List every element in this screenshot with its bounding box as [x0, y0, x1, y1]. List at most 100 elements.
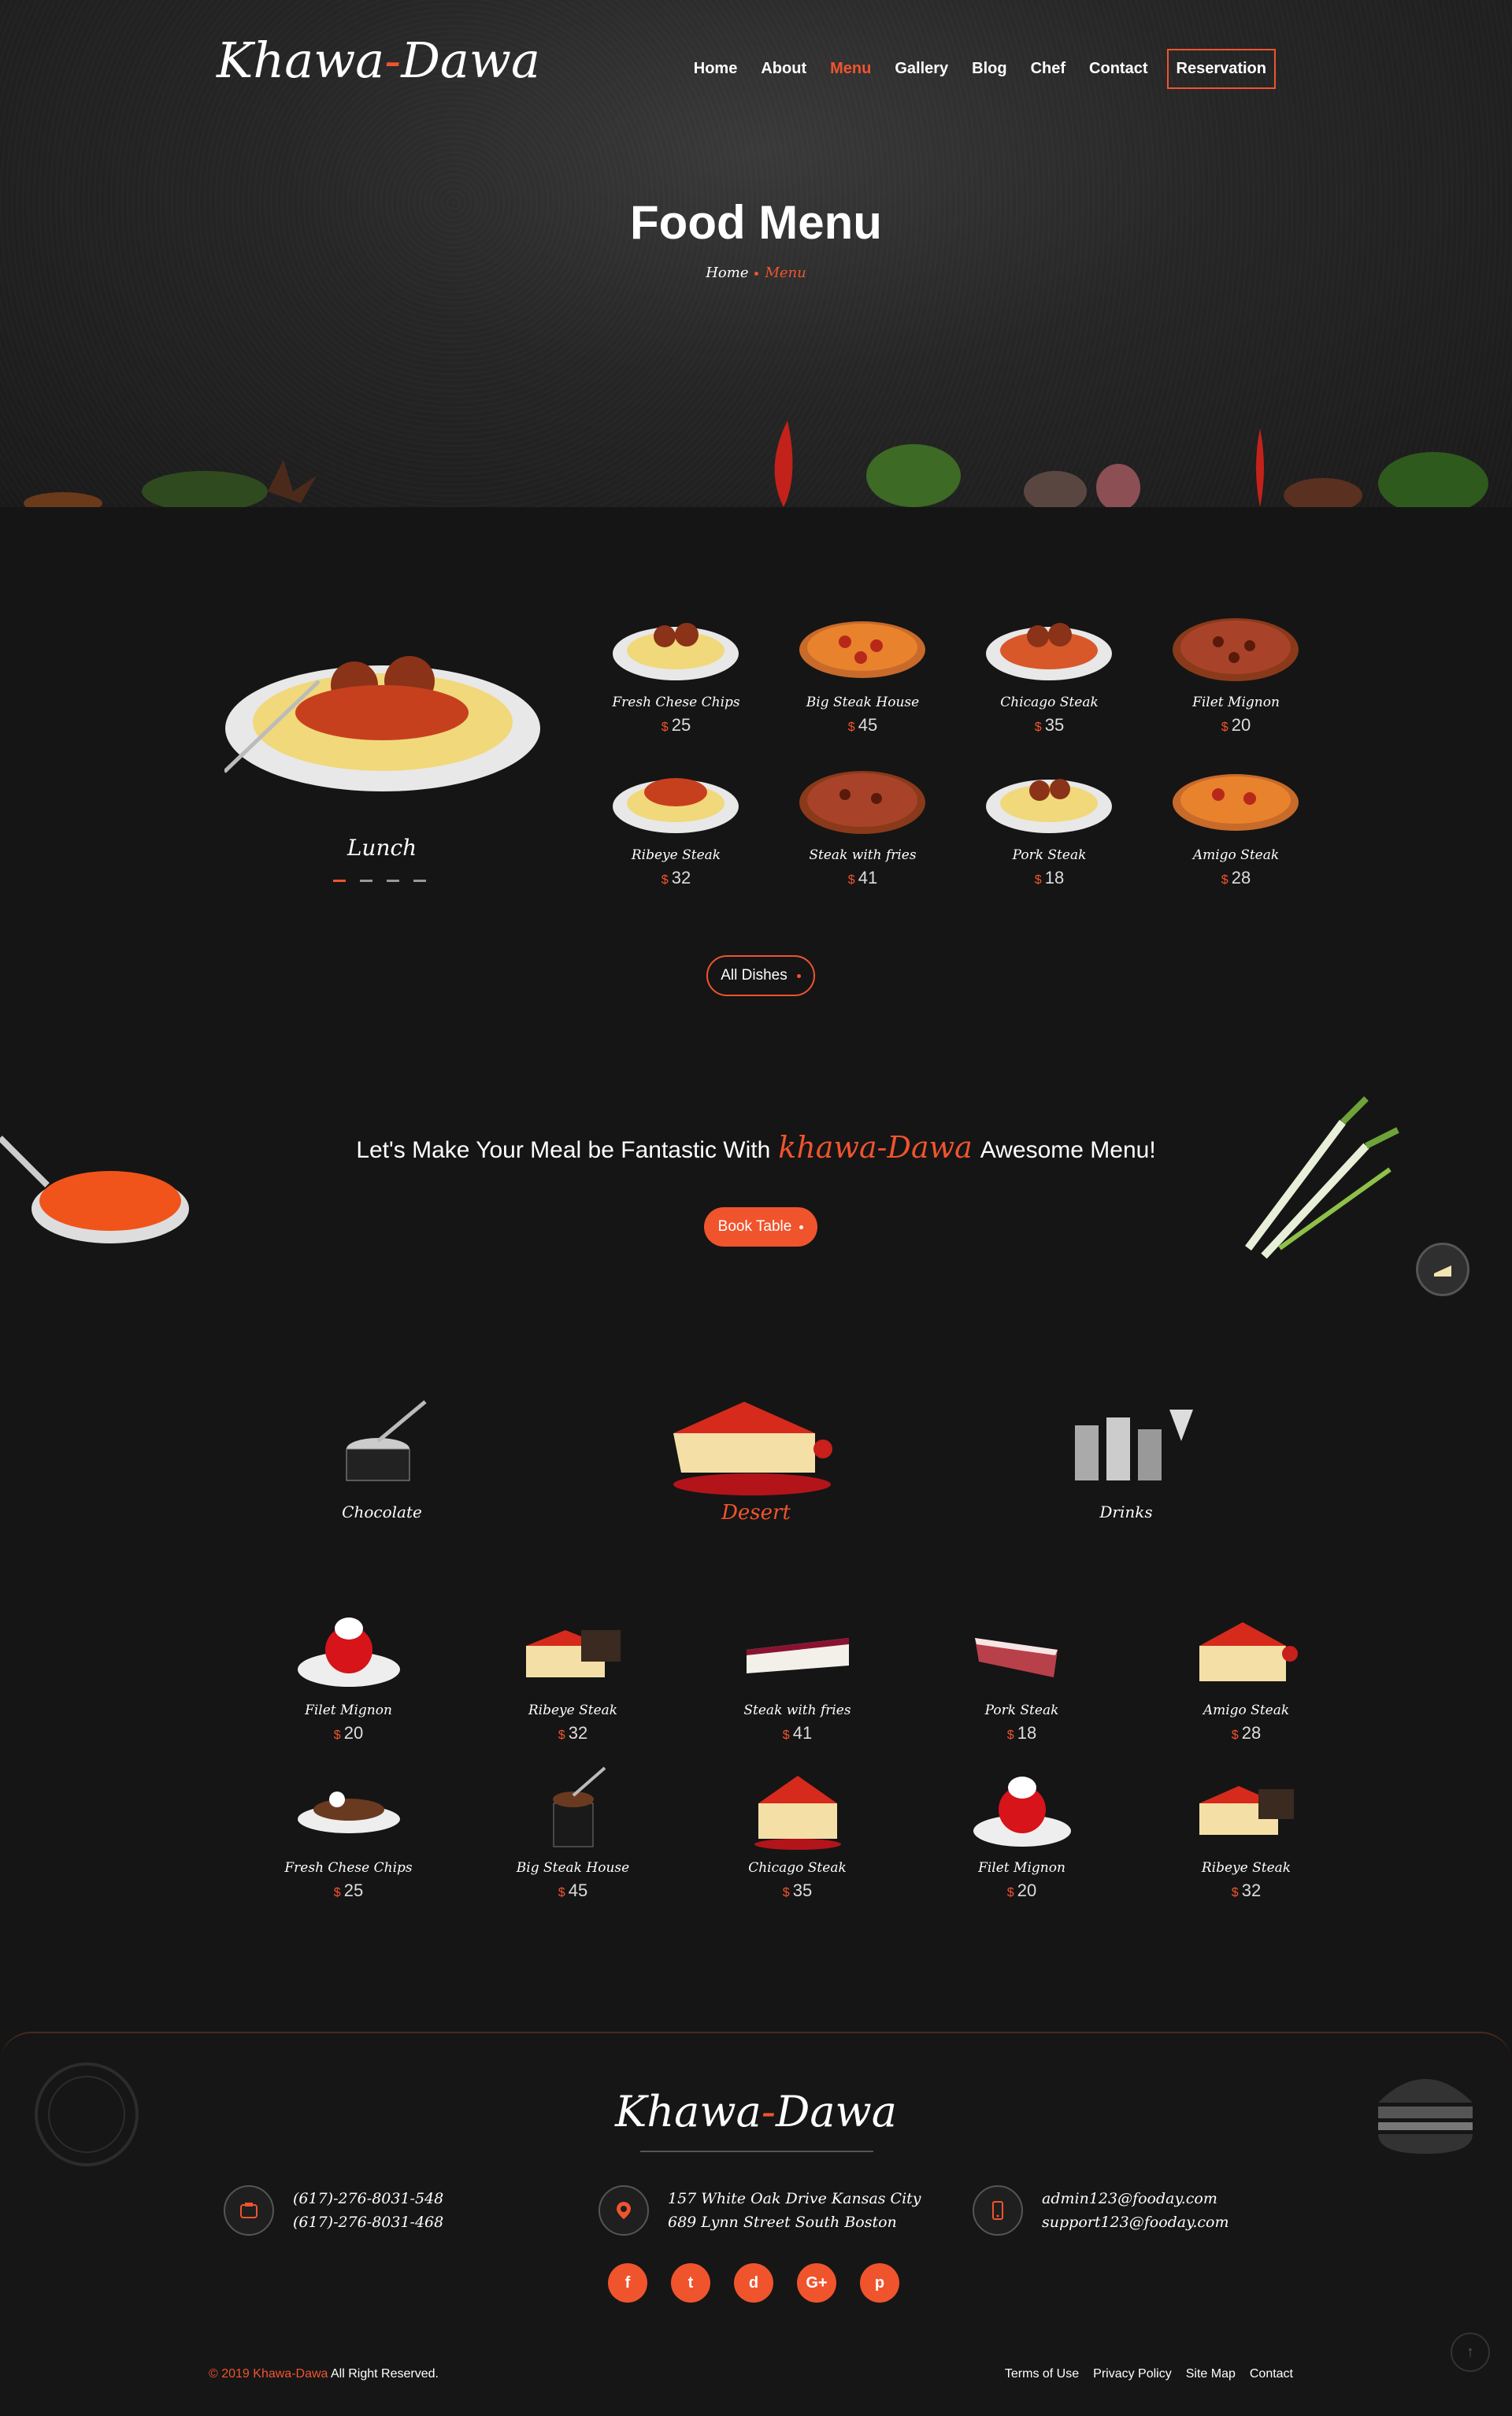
dessert-card[interactable]: Chicago Steak $35	[685, 1764, 910, 1901]
dessert-card[interactable]: Steak with fries $41	[685, 1606, 910, 1743]
dessert-card[interactable]: Amigo Steak $28	[1134, 1606, 1358, 1743]
dish-card[interactable]: Filet Mignon $20	[1143, 606, 1329, 736]
category-chocolate[interactable]: Chocolate	[303, 1394, 461, 1521]
dish-image	[1173, 618, 1299, 681]
category-drinks[interactable]: Drinks	[1047, 1394, 1205, 1521]
dessert-card[interactable]: Pork Steak $18	[910, 1606, 1134, 1743]
hero-banner: Khawa-Dawa Home About Menu Gallery Blog …	[0, 0, 1512, 507]
dessert-image	[552, 1766, 606, 1847]
address-line-2: 689 Lynn Street South Boston	[668, 2214, 897, 2231]
dessert-card[interactable]: Filet Mignon $20	[910, 1764, 1134, 1901]
slider-dot[interactable]	[387, 880, 399, 882]
dish-price: $41	[782, 1723, 813, 1743]
button-dot	[796, 973, 801, 978]
dish-card[interactable]: Amigo Steak $28	[1143, 759, 1329, 888]
sitemap-link[interactable]: Site Map	[1186, 2367, 1236, 2381]
dish-price: $32	[661, 868, 691, 887]
dish-name: Ribeye Steak	[528, 1703, 618, 1718]
breadcrumb-separator	[754, 271, 759, 276]
slider-dot[interactable]	[333, 880, 346, 882]
email-line-1[interactable]: admin123@fooday.com	[1042, 2187, 1228, 2210]
dish-price: $18	[1006, 1723, 1037, 1743]
privacy-link[interactable]: Privacy Policy	[1093, 2367, 1172, 2381]
dish-name: Big Steak House	[806, 695, 920, 710]
dish-image	[613, 778, 739, 833]
spring-onion-image	[1245, 1096, 1399, 1259]
breadcrumb-home[interactable]: Home	[706, 265, 748, 281]
dessert-card[interactable]: Big Steak House $45	[461, 1764, 685, 1901]
dish-card[interactable]: Fresh Chese Chips $25	[583, 606, 769, 736]
arrow-up-icon: ↑	[1466, 2343, 1474, 2361]
dessert-image	[297, 1792, 400, 1833]
dish-name: Chicago Steak	[1000, 695, 1099, 710]
nav-blog[interactable]: Blog	[972, 60, 1006, 78]
floating-cart-button[interactable]	[1416, 1243, 1469, 1296]
dessert-card[interactable]: Fresh Chese Chips $25	[236, 1764, 461, 1901]
dish-price: $28	[1221, 868, 1251, 887]
twitter-icon[interactable]: t	[671, 2263, 710, 2303]
address-line-1: 157 White Oak Drive Kansas City	[668, 2190, 921, 2207]
dish-price: $25	[333, 1881, 364, 1900]
nav-chef[interactable]: Chef	[1031, 60, 1065, 78]
phone-line-2[interactable]: (617)-276-8031-468	[293, 2210, 443, 2234]
dish-price: $28	[1231, 1723, 1262, 1743]
dessert-card[interactable]: Ribeye Steak $32	[1134, 1764, 1358, 1901]
nav-menu[interactable]: Menu	[830, 60, 871, 78]
slider-dot[interactable]	[413, 880, 426, 882]
dish-name: Fresh Chese Chips	[612, 695, 740, 710]
category-label: Desert	[721, 1501, 791, 1525]
dish-price: $32	[1231, 1881, 1262, 1900]
cta-brand: khawa-Dawa	[778, 1130, 973, 1165]
dish-image	[799, 621, 925, 678]
site-logo[interactable]: Khawa-Dawa	[217, 31, 540, 89]
dish-price: $32	[558, 1723, 588, 1743]
footer-logo[interactable]: Khawa-Dawa	[0, 2087, 1512, 2136]
logo-dash: -	[384, 31, 402, 89]
dish-name: Filet Mignon	[1192, 695, 1280, 710]
dessert-card[interactable]: Filet Mignon $20	[236, 1606, 461, 1743]
slider-dots	[333, 880, 426, 882]
all-dishes-button[interactable]: All Dishes	[706, 955, 815, 996]
terms-link[interactable]: Terms of Use	[1005, 2367, 1079, 2381]
dessert-image	[746, 1638, 849, 1673]
email-line-2[interactable]: support123@fooday.com	[1042, 2210, 1228, 2234]
footer-logo-main: Khawa	[615, 2087, 762, 2136]
dish-price: $35	[1034, 715, 1065, 735]
dessert-card[interactable]: Ribeye Steak $32	[461, 1606, 685, 1743]
dish-card[interactable]: Big Steak House $45	[769, 606, 956, 736]
dessert-image	[525, 1630, 621, 1677]
nav-contact[interactable]: Contact	[1089, 60, 1147, 78]
cta-text-after: Awesome Menu!	[980, 1137, 1156, 1163]
dish-name: Filet Mignon	[305, 1703, 392, 1718]
dish-card[interactable]: Steak with fries $41	[769, 759, 956, 888]
scroll-to-top-button[interactable]: ↑	[1451, 2333, 1490, 2372]
category-desert[interactable]: Desert	[638, 1386, 874, 1525]
dish-name: Ribeye Steak	[1201, 1860, 1292, 1876]
book-table-button[interactable]: Book Table	[704, 1207, 817, 1247]
main-nav: Home About Menu Gallery Blog Chef Contac…	[670, 49, 1276, 89]
contact-link[interactable]: Contact	[1250, 2367, 1293, 2381]
dish-price: $18	[1034, 868, 1065, 887]
logo-text-end: Dawa	[401, 31, 540, 89]
dessert-grid: Filet Mignon $20 Ribeye Steak $32 Steak …	[236, 1606, 1339, 1901]
dish-price: $20	[1221, 715, 1251, 735]
facebook-icon[interactable]: f	[608, 2263, 647, 2303]
copyright-text: All Right Reserved.	[331, 2367, 439, 2381]
nav-home[interactable]: Home	[694, 60, 738, 78]
dessert-image	[1199, 1786, 1294, 1835]
dish-name: Ribeye Steak	[631, 847, 721, 863]
dish-card[interactable]: Pork Steak $18	[956, 759, 1143, 888]
pinterest-icon[interactable]: p	[860, 2263, 899, 2303]
dribbble-icon[interactable]: d	[734, 2263, 773, 2303]
phone-line-1[interactable]: (617)-276-8031-548	[293, 2187, 443, 2210]
dish-card[interactable]: Ribeye Steak $32	[583, 759, 769, 888]
nav-about[interactable]: About	[761, 60, 806, 78]
reservation-button[interactable]: Reservation	[1166, 49, 1276, 89]
nav-gallery[interactable]: Gallery	[895, 60, 948, 78]
dish-card[interactable]: Chicago Steak $35	[956, 606, 1143, 736]
footer-address-block: 157 White Oak Drive Kansas City 689 Lynn…	[598, 2185, 921, 2236]
lunch-dish-grid: Fresh Chese Chips $25 Big Steak House $4…	[583, 606, 1299, 888]
copyright-brand[interactable]: Khawa-Dawa	[253, 2367, 328, 2381]
slider-dot[interactable]	[360, 880, 372, 882]
google-plus-icon[interactable]: G+	[797, 2263, 836, 2303]
